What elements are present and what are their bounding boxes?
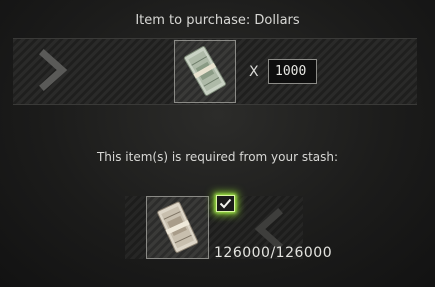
rubles-icon xyxy=(157,201,199,253)
required-count: 126000/126000 xyxy=(214,245,333,261)
purchase-item-slot[interactable] xyxy=(174,40,236,103)
check-icon xyxy=(219,198,232,209)
dollars-icon xyxy=(184,46,226,96)
chevron-left-icon[interactable] xyxy=(30,48,74,92)
purchase-title: Item to purchase: Dollars xyxy=(135,13,300,28)
quantity-input[interactable] xyxy=(268,59,317,84)
required-label: This item(s) is required from your stash… xyxy=(96,150,339,164)
requirement-checkbox[interactable] xyxy=(216,195,235,212)
multiplier-symbol: X xyxy=(249,64,259,80)
required-item-slot[interactable] xyxy=(146,196,209,259)
